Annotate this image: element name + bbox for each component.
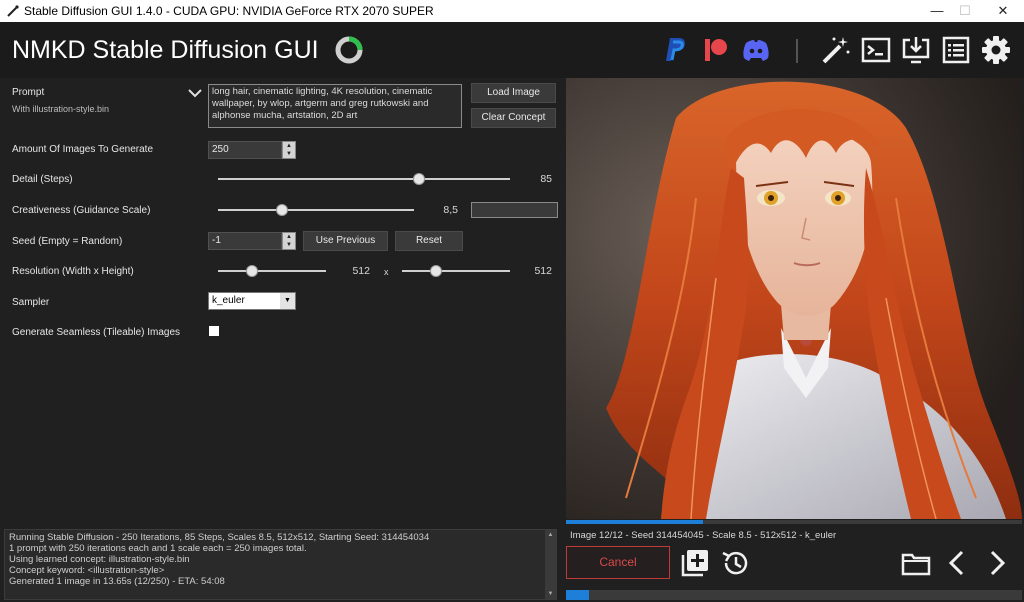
overall-progress-bar (566, 590, 1022, 600)
guidance-slider-thumb[interactable] (276, 204, 288, 216)
use-previous-button[interactable]: Use Previous (303, 231, 388, 251)
clear-concept-button[interactable]: Clear Concept (471, 108, 556, 128)
log-line: 1 prompt with 250 iterations each and 1 … (9, 543, 307, 554)
prompt-sublabel: With illustration-style.bin (12, 104, 110, 114)
seed-input[interactable]: -1 (208, 232, 282, 250)
resolution-separator: x (384, 267, 389, 277)
paypal-icon[interactable] (660, 34, 692, 66)
stepper-down-icon[interactable]: ▼ (283, 150, 295, 158)
overall-progress-fill (566, 590, 589, 600)
stepper-up-icon[interactable]: ▲ (283, 142, 295, 150)
seed-label: Seed (Empty = Random) (12, 236, 123, 247)
sampler-label: Sampler (12, 297, 50, 308)
image-info: Image 12/12 - Seed 314454045 - Scale 8.5… (570, 530, 837, 541)
maximize-button[interactable]: ☐ (948, 0, 982, 22)
steps-slider-track[interactable] (218, 178, 510, 180)
guidance-input[interactable] (471, 202, 558, 218)
add-image-icon[interactable] (679, 547, 711, 579)
terminal-icon[interactable] (860, 34, 892, 66)
gear-icon[interactable] (980, 34, 1012, 66)
image-progress-fill (566, 520, 703, 524)
height-slider-track[interactable] (402, 270, 510, 272)
resolution-label: Resolution (Width x Height) (12, 266, 134, 277)
guidance-label: Creativeness (Guidance Scale) (12, 205, 151, 216)
sampler-select[interactable]: k_euler ▼ (208, 292, 296, 310)
stepper-down-icon[interactable]: ▼ (283, 241, 295, 249)
steps-slider-thumb[interactable] (413, 173, 425, 185)
log-line: Running Stable Diffusion - 250 Iteration… (9, 532, 430, 543)
app-header: NMKD Stable Diffusion GUI (0, 22, 1024, 78)
width-value: 512 (352, 265, 370, 277)
header-separator (796, 39, 798, 63)
width-slider-thumb[interactable] (246, 265, 258, 277)
log-line: Concept keyword: <illustration-style> (9, 565, 165, 576)
window-titlebar: Stable Diffusion GUI 1.4.0 - CUDA GPU: N… (0, 0, 1024, 22)
log-line: Using learned concept: illustration-styl… (9, 554, 190, 565)
folder-icon[interactable] (900, 547, 932, 579)
steps-value: 85 (540, 173, 552, 185)
download-icon[interactable] (900, 34, 932, 66)
cancel-button[interactable]: Cancel (566, 546, 670, 579)
seamless-label: Generate Seamless (Tileable) Images (12, 327, 181, 338)
log-scrollbar[interactable]: ▲ ▼ (545, 530, 556, 599)
reset-button[interactable]: Reset (395, 231, 463, 251)
magic-wand-icon[interactable] (820, 34, 852, 66)
width-slider-track[interactable] (218, 270, 326, 272)
guidance-slider-track[interactable] (218, 209, 414, 211)
scroll-down-icon[interactable]: ▼ (545, 589, 556, 599)
prompt-input[interactable]: long hair, cinematic lighting, 4K resolu… (208, 84, 462, 128)
generated-image-illustration (566, 78, 1022, 519)
prompt-label: Prompt (12, 87, 45, 98)
log-line: Generated 1 image in 13.65s (12/250) - E… (9, 576, 225, 587)
height-slider-thumb[interactable] (430, 265, 442, 277)
stepper-up-icon[interactable]: ▲ (283, 233, 295, 241)
chevron-left-icon[interactable] (941, 547, 973, 579)
sampler-selected-value: k_euler (212, 295, 245, 306)
guidance-value: 8,5 (443, 204, 458, 216)
app-icon (6, 4, 20, 18)
seamless-checkbox[interactable] (209, 326, 219, 336)
scroll-up-icon[interactable]: ▲ (545, 530, 556, 540)
close-button[interactable]: ✕ (986, 0, 1020, 22)
status-ring-icon (335, 36, 363, 64)
list-icon[interactable] (940, 34, 972, 66)
generated-image[interactable] (566, 78, 1022, 519)
maximize-icon: ☐ (959, 3, 971, 18)
amount-label: Amount Of Images To Generate (12, 144, 154, 155)
window-title: Stable Diffusion GUI 1.4.0 - CUDA GPU: N… (24, 4, 434, 18)
amount-input[interactable]: 250 (208, 141, 282, 159)
chevron-down-icon[interactable] (188, 88, 202, 98)
image-progress-bar (566, 520, 1022, 524)
load-image-button[interactable]: Load Image (471, 83, 556, 103)
history-icon[interactable] (719, 547, 751, 579)
dropdown-arrow-icon[interactable]: ▼ (280, 293, 295, 309)
seed-stepper[interactable]: ▲ ▼ (282, 232, 296, 250)
close-icon: ✕ (997, 3, 1009, 18)
minimize-icon: — (930, 3, 944, 18)
height-value: 512 (534, 265, 552, 277)
amount-stepper[interactable]: ▲ ▼ (282, 141, 296, 159)
discord-icon[interactable] (740, 34, 772, 66)
app-title: NMKD Stable Diffusion GUI (12, 36, 319, 64)
log-output: Running Stable Diffusion - 250 Iteration… (4, 529, 557, 600)
chevron-right-icon[interactable] (981, 547, 1013, 579)
steps-label: Detail (Steps) (12, 174, 73, 185)
patreon-icon[interactable] (700, 34, 732, 66)
